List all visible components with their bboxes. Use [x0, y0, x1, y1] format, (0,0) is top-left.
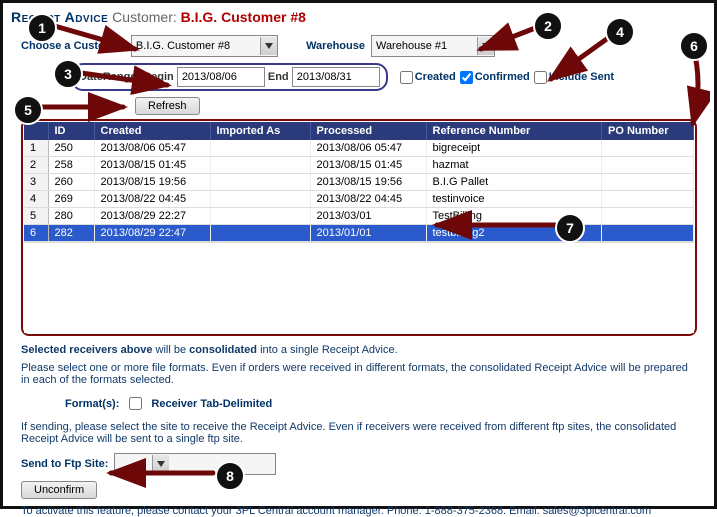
- created-check-label: Created: [415, 71, 456, 83]
- status-checks: Created Confirmed Include Sent: [400, 71, 614, 84]
- include-sent-checkbox[interactable]: [534, 71, 547, 84]
- created-checkbox[interactable]: [400, 71, 413, 84]
- results-table-zone: ID Created Imported As Processed Referen…: [21, 119, 697, 336]
- col-po[interactable]: PO Number: [602, 122, 694, 140]
- refresh-wrap: Refresh: [135, 97, 712, 115]
- title-lead: Receipt Advice: [11, 9, 108, 25]
- warehouse-label: Warehouse: [306, 40, 365, 52]
- end-date-input[interactable]: [292, 67, 380, 87]
- table-row[interactable]: 22582013/08/15 01:452013/08/15 01:45hazm…: [24, 157, 694, 174]
- chevron-down-icon: [477, 37, 494, 55]
- begin-date-input[interactable]: [177, 67, 265, 87]
- daterange-label: DateRange:: [79, 71, 140, 83]
- col-rownum[interactable]: [24, 122, 48, 140]
- send-ftp-label: Send to Ftp Site:: [21, 458, 108, 470]
- table-header-row: ID Created Imported As Processed Referen…: [24, 122, 694, 140]
- refresh-button[interactable]: Refresh: [135, 97, 200, 115]
- unconfirm-wrap: Unconfirm: [21, 481, 696, 499]
- table-row[interactable]: 62822013/08/29 22:472013/01/01testbillin…: [24, 225, 694, 242]
- confirmed-checkbox[interactable]: [460, 71, 473, 84]
- ftp-site-value: [115, 458, 152, 470]
- customer-select-value: B.I.G. Customer #8: [132, 40, 260, 52]
- table-row[interactable]: 32602013/08/15 19:562013/08/15 19:56B.I.…: [24, 174, 694, 191]
- choose-customer-label: Choose a Customer: [21, 40, 125, 52]
- info-sel-recv: Selected receivers above: [21, 344, 152, 356]
- info-formats-text: Please select one or more file formats. …: [21, 362, 691, 386]
- consolidation-info: Selected receivers above will be consoli…: [21, 344, 691, 386]
- info-ftp-text: If sending, please select the site to re…: [21, 421, 691, 445]
- col-created[interactable]: Created: [94, 122, 210, 140]
- ftp-info: If sending, please select the site to re…: [21, 421, 691, 445]
- results-table[interactable]: ID Created Imported As Processed Referen…: [24, 122, 694, 242]
- title-customer-label: Customer:: [112, 9, 177, 25]
- receiver-tab-checkbox[interactable]: [129, 397, 142, 410]
- warehouse-select-value: Warehouse #1: [372, 40, 477, 52]
- info-consolidated: consolidated: [189, 344, 257, 356]
- formats-row: Format(s): Receiver Tab-Delimited: [65, 394, 696, 413]
- table-empty-space: [24, 242, 694, 333]
- table-row[interactable]: 52802013/08/29 22:272013/03/01TestBillin…: [24, 208, 694, 225]
- app-frame: Receipt Advice Customer: B.I.G. Customer…: [0, 0, 717, 509]
- begin-label: Begin: [143, 71, 174, 83]
- filter-row-1: Choose a Customer B.I.G. Customer #8 War…: [21, 35, 696, 57]
- title-customer-name: B.I.G. Customer #8: [181, 9, 306, 25]
- col-processed[interactable]: Processed: [310, 122, 426, 140]
- chevron-down-icon: [260, 37, 277, 55]
- activate-text: To activate this feature, please contact…: [21, 505, 696, 517]
- ftp-row: Send to Ftp Site:: [21, 453, 696, 475]
- table-row[interactable]: 12502013/08/06 05:472013/08/06 05:47bigr…: [24, 140, 694, 157]
- receiver-tab-label: Receiver Tab-Delimited: [151, 398, 272, 410]
- chevron-down-icon: [152, 455, 169, 473]
- end-label: End: [268, 71, 289, 83]
- col-id[interactable]: ID: [48, 122, 94, 140]
- page-title: Receipt Advice Customer: B.I.G. Customer…: [11, 9, 706, 25]
- unconfirm-button[interactable]: Unconfirm: [21, 481, 97, 499]
- filter-row-2: DateRange: Begin End Created Confirmed I…: [21, 63, 696, 91]
- date-range-box: DateRange: Begin End: [71, 63, 388, 91]
- col-reference[interactable]: Reference Number: [426, 122, 602, 140]
- table-row[interactable]: 42692013/08/22 04:452013/08/22 04:45test…: [24, 191, 694, 208]
- formats-label: Format(s):: [65, 398, 119, 410]
- warehouse-select[interactable]: Warehouse #1: [371, 35, 495, 57]
- include-sent-check-label: Include Sent: [549, 71, 614, 83]
- confirmed-check-label: Confirmed: [475, 71, 530, 83]
- ftp-site-select[interactable]: [114, 453, 276, 475]
- customer-select[interactable]: B.I.G. Customer #8: [131, 35, 278, 57]
- col-imported[interactable]: Imported As: [210, 122, 310, 140]
